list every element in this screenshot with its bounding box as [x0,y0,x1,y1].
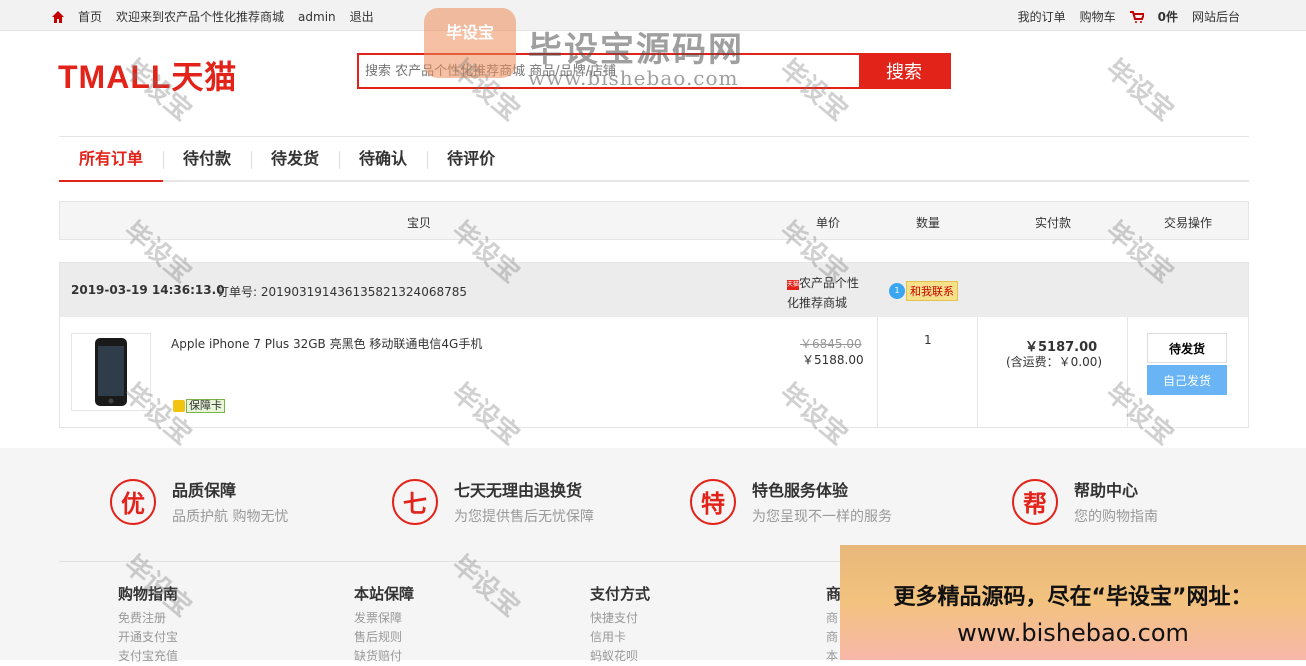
watermark-url: www.bishebao.com [528,66,739,90]
cart-count: 0件 [1157,10,1178,24]
cart-link[interactable]: 购物车 [1080,8,1116,25]
footer-col-guarantee: 本站保障 发票保障 售后规则 缺货赔付 [354,583,414,666]
special-icon: 特 [690,478,736,525]
footer-link[interactable]: 信用卡 [590,628,650,647]
footer-link[interactable]: 发票保障 [354,609,414,628]
ship-order-button[interactable]: 自己发货 [1147,365,1227,395]
footer-col-title: 购物指南 [118,585,179,603]
service-subtitle: 品质护航 购物无忧 [172,509,289,525]
return-icon: 七 [392,478,438,525]
footer-link[interactable]: 快捷支付 [590,609,650,628]
header-action: 交易操作 [1164,216,1213,230]
admin-link[interactable]: 网站后台 [1192,8,1240,25]
service-subtitle: 为您呈现不一样的服务 [752,509,892,525]
chat-icon: 1 [889,283,905,299]
search-button[interactable]: 搜索 [859,55,949,87]
my-orders-link[interactable]: 我的订单 [1018,8,1066,25]
order-quantity: 1 [924,333,932,347]
footer-col-merchant: 商 商 商 本 [826,583,841,666]
banner-text: 更多精品源码，尽在“毕设宝”网址： [893,585,1253,610]
cell-divider [1127,317,1128,427]
order-header: 2019-03-19 14:36:13.0 订单号: 2019031914361… [60,263,1248,317]
footer-link[interactable]: 免费注册 [118,609,178,628]
tab-pending-confirm[interactable]: 待确认 [339,142,427,180]
order-status-button[interactable]: 待发货 [1147,333,1227,363]
service-quality: 优 品质保障品质护航 购物无忧 [110,477,288,526]
watermark-title: 毕设宝源码网 [528,30,744,70]
watermark: 毕设宝 [1099,53,1179,127]
warranty-label: 保障卡 [186,399,225,413]
tab-pending-payment[interactable]: 待付款 [163,142,251,180]
service-return: 七 七天无理由退换货 为您提供售后无忧保障 [392,477,594,526]
store-name[interactable]: 天猫农产品个性化推荐商城 [787,273,863,313]
header-item: 宝贝 [407,216,432,230]
shipping-fee: (含运费：￥0.00) [1006,355,1103,369]
footer-col-title: 商 [826,585,842,603]
header-quantity: 数量 [916,216,941,230]
footer-col-guide: 购物指南 免费注册 开通支付宝 支付宝充值 [118,583,178,666]
footer-link[interactable]: 支付宝充值 [118,647,178,666]
order-table-header: 宝贝 单价 数量 实付款 交易操作 [59,201,1249,240]
welcome-text: 欢迎来到农产品个性化推荐商城 [116,10,285,24]
header-unit-price: 单价 [816,216,841,230]
service-title: 品质保障 [172,481,237,500]
footer-link[interactable]: 商 [826,609,841,628]
service-help: 帮 帮助中心您的购物指南 [1012,477,1158,526]
tab-all-orders[interactable]: 所有订单 [59,142,164,182]
cart-icon[interactable] [1129,10,1144,23]
help-icon: 帮 [1012,478,1058,525]
order-card: 2019-03-19 14:36:13.0 订单号: 2019031914361… [59,262,1249,428]
service-special: 特 特色服务体验为您呈现不一样的服务 [690,477,892,526]
order-date: 2019-03-19 14:36:13.0 [71,283,225,297]
footer-col-payment: 支付方式 快捷支付 信用卡 蚂蚁花呗 [590,583,650,666]
cell-divider [977,317,978,427]
banner-url: www.bishebao.com [957,619,1189,647]
service-title: 帮助中心 [1074,481,1139,500]
product-thumbnail[interactable] [71,333,151,411]
footer-link[interactable]: 商 [826,628,841,647]
topbar-right: 我的订单 购物车 0件 网站后台 [1018,8,1240,25]
footer-link[interactable]: 售后规则 [354,628,414,647]
service-subtitle: 您的购物指南 [1074,509,1158,525]
order-number: 订单号: 20190319143613582132406878​5 [217,285,467,299]
watermark-logo: 毕设宝 [424,8,516,78]
original-price: ￥6845.00 [800,337,862,351]
promo-banner: 更多精品源码，尽在“毕设宝”网址： www.bishebao.com [840,545,1306,660]
footer-link[interactable]: 开通支付宝 [118,628,178,647]
quality-icon: 优 [110,478,156,525]
topbar-left: 首页 欢迎来到农产品个性化推荐商城 admin 退出 [52,8,374,25]
footer-link[interactable]: 蚂蚁花呗 [590,647,650,666]
footer-link[interactable]: 本 [826,647,841,666]
order-tabs: 所有订单 待付款 待发货 待确认 待评价 [59,142,1249,182]
phone-image [95,338,127,406]
current-price: ￥5188.00 [802,353,864,367]
home-link[interactable]: 首页 [78,8,102,25]
tmall-logo[interactable]: TMALL天猫 [58,52,237,98]
header-divider [59,136,1249,137]
contact-label: 和我联系 [906,281,958,301]
service-subtitle: 为您提供售后无忧保障 [454,509,594,525]
tmall-badge-icon: 天猫 [787,280,800,290]
home-icon[interactable] [52,10,64,23]
tab-pending-review[interactable]: 待评价 [427,142,515,180]
warranty-icon [173,400,185,412]
cell-divider [877,317,878,427]
contact-seller[interactable]: 1 和我联系 [889,281,958,301]
product-title[interactable]: Apple iPhone 7 Plus 32GB 亮黑色 移动联通电信4G手机 [171,335,482,352]
service-title: 特色服务体验 [752,481,849,500]
warranty-badge: 保障卡 [173,399,225,413]
header-paid: 实付款 [1035,216,1072,230]
username-link[interactable]: admin [298,10,336,24]
footer-col-title: 本站保障 [354,585,415,603]
footer-link[interactable]: 缺货赔付 [354,647,414,666]
footer-col-title: 支付方式 [590,585,651,603]
tab-pending-shipment[interactable]: 待发货 [251,142,339,180]
service-title: 七天无理由退换货 [454,481,583,500]
logout-link[interactable]: 退出 [350,8,374,25]
